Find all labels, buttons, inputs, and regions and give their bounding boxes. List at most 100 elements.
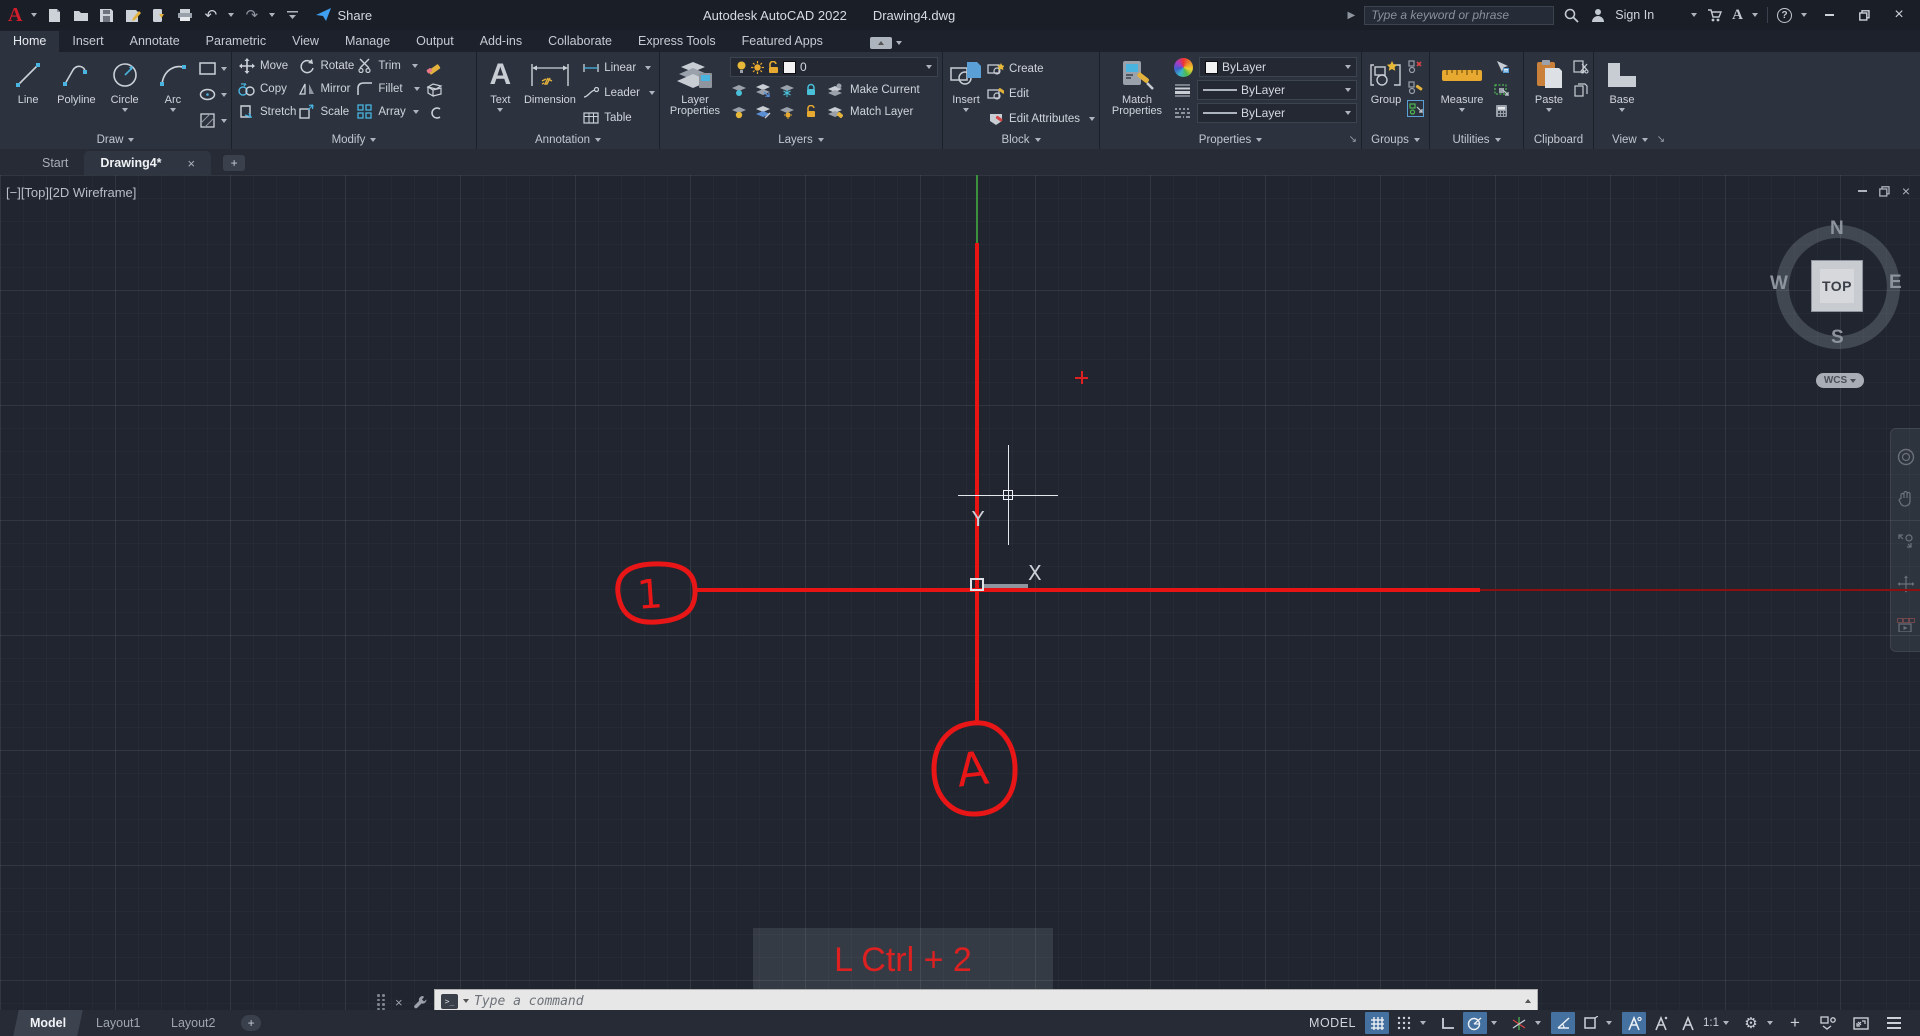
layer-unisolate-icon[interactable]: [754, 81, 771, 98]
red-horizontal-axis-line[interactable]: [694, 588, 1480, 592]
copy-button[interactable]: Copy: [238, 79, 296, 98]
group-selection-icon[interactable]: [1407, 100, 1424, 117]
search-icon[interactable]: [1563, 7, 1580, 24]
copy-clip-icon[interactable]: [1572, 81, 1589, 98]
customization-plus-button[interactable]: +: [1783, 1012, 1807, 1034]
lineweight-select[interactable]: ByLayer: [1197, 80, 1357, 100]
tab-express-tools[interactable]: Express Tools: [625, 31, 729, 52]
tab-insert[interactable]: Insert: [59, 31, 116, 52]
group-button[interactable]: Group: [1368, 56, 1404, 130]
model-space-label[interactable]: MODEL: [1309, 1016, 1356, 1030]
scale-button[interactable]: Scale: [298, 102, 354, 121]
layer-thaw-icon[interactable]: [778, 103, 795, 120]
layer-isolate-icon[interactable]: [730, 81, 747, 98]
array-button[interactable]: Array: [356, 102, 419, 121]
save-as-icon[interactable]: [124, 7, 141, 24]
insert-button[interactable]: Insert: [949, 56, 983, 130]
viewcube-south[interactable]: S: [1831, 327, 1844, 349]
autocad-logo-icon[interactable]: A: [8, 5, 22, 25]
polar-caret-icon[interactable]: [1491, 1021, 1497, 1025]
autodesk-app-icon[interactable]: A: [1732, 5, 1743, 25]
measure-button[interactable]: Measure: [1436, 56, 1488, 130]
lineweight-select-caret-icon[interactable]: [1345, 88, 1351, 92]
save-to-mobile-icon[interactable]: [150, 7, 167, 24]
trim-caret-icon[interactable]: [411, 63, 418, 68]
panel-modify-label[interactable]: Modify: [232, 130, 476, 149]
linear-caret-icon[interactable]: [645, 65, 652, 70]
command-bar-grip[interactable]: [377, 994, 385, 1010]
fillet-caret-icon[interactable]: [413, 86, 420, 91]
viewport-minimize-icon[interactable]: [1857, 190, 1867, 192]
make-current-button[interactable]: Make Current: [850, 84, 920, 96]
tab-parametric[interactable]: Parametric: [193, 31, 279, 52]
redo-icon[interactable]: ↷: [243, 7, 260, 24]
autodesk-caret-icon[interactable]: [1752, 13, 1758, 17]
sign-in-button[interactable]: Sign In: [1615, 8, 1654, 22]
navigation-bar[interactable]: [1890, 428, 1920, 652]
base-button[interactable]: Base: [1600, 56, 1644, 130]
undo-caret-icon[interactable]: [228, 13, 235, 17]
undo-icon[interactable]: ↶: [202, 7, 219, 24]
linetype-select-caret-icon[interactable]: [1345, 111, 1351, 115]
workspace-settings-gear-icon[interactable]: ⚙: [1739, 1012, 1763, 1034]
grid-bubble-a[interactable]: A: [922, 715, 1026, 825]
iso-caret-icon[interactable]: [1535, 1021, 1541, 1025]
viewcube-east[interactable]: E: [1889, 272, 1902, 294]
mirror-button[interactable]: Mirror: [298, 79, 354, 98]
layer-properties-button[interactable]: Layer Properties: [666, 56, 724, 130]
layout2-tab[interactable]: Layout2: [154, 1010, 232, 1036]
layout1-tab[interactable]: Layout1: [79, 1010, 157, 1036]
rectangle-button[interactable]: [199, 59, 227, 78]
nav-pan-icon[interactable]: [1897, 491, 1914, 507]
erase-button[interactable]: [426, 58, 443, 75]
panel-annotation-label[interactable]: Annotation: [477, 130, 659, 149]
viewport-controls-label[interactable]: [−][Top][2D Wireframe]: [6, 185, 136, 200]
gear-caret-icon[interactable]: [1767, 1021, 1773, 1025]
layer-select[interactable]: 0: [730, 57, 938, 77]
nav-zoom-icon[interactable]: [1897, 533, 1915, 549]
arc-button[interactable]: Arc: [151, 56, 195, 130]
clean-screen-button[interactable]: [1849, 1012, 1873, 1034]
annotation-visibility-toggle[interactable]: [1622, 1012, 1646, 1034]
leader-button[interactable]: Leader: [582, 83, 655, 102]
file-tab-start[interactable]: Start: [26, 151, 84, 175]
hatch-button[interactable]: [199, 111, 227, 130]
panel-draw-label[interactable]: Draw: [0, 130, 231, 149]
quick-calc-select-icon[interactable]: [1493, 80, 1510, 97]
model-tab[interactable]: Model: [13, 1010, 83, 1036]
table-button[interactable]: Table: [582, 108, 655, 127]
command-customize-wrench-icon[interactable]: [413, 995, 428, 1010]
new-layout-button[interactable]: +: [241, 1015, 262, 1031]
ellipse-button[interactable]: [199, 85, 227, 104]
snap-caret-icon[interactable]: [1420, 1021, 1426, 1025]
scale-caret-icon[interactable]: [1723, 1021, 1729, 1025]
file-tab-drawing4[interactable]: Drawing4* ×: [84, 151, 212, 175]
ribbon-collapse-caret-icon[interactable]: [895, 41, 902, 45]
drawing-canvas[interactable]: [−][Top][2D Wireframe] × N W E S TOP WCS: [0, 175, 1920, 1010]
rotate-button[interactable]: Rotate: [298, 56, 354, 75]
panel-groups-label[interactable]: Groups: [1362, 130, 1429, 149]
command-history-caret-icon[interactable]: [1525, 999, 1531, 1003]
text-caret-icon[interactable]: [497, 108, 504, 112]
fillet-button[interactable]: Fillet: [356, 79, 420, 98]
status-bar-menu-button[interactable]: [1882, 1012, 1906, 1034]
panel-layers-label[interactable]: Layers: [660, 130, 942, 149]
command-prompt-icon[interactable]: >_: [441, 993, 458, 1009]
linetype-icon[interactable]: [1174, 105, 1191, 122]
ortho-toggle[interactable]: [1436, 1012, 1460, 1034]
minimize-button[interactable]: [1816, 4, 1842, 26]
grid-bubble-1[interactable]: 1: [604, 553, 704, 633]
new-drawing-tab-button[interactable]: +: [223, 155, 246, 171]
command-line[interactable]: >_: [434, 989, 1538, 1010]
match-properties-button[interactable]: Match Properties: [1106, 56, 1168, 130]
command-bar-close-icon[interactable]: ×: [395, 995, 403, 1010]
object-snap-tracking-toggle[interactable]: [1551, 1012, 1575, 1034]
circle-caret-icon[interactable]: [121, 108, 128, 112]
panel-clipboard-label[interactable]: Clipboard: [1524, 130, 1593, 149]
open-folder-icon[interactable]: [72, 7, 89, 24]
panel-utilities-label[interactable]: Utilities: [1430, 130, 1523, 149]
panel-properties-label[interactable]: Properties: [1100, 130, 1361, 149]
cut-clip-icon[interactable]: [1572, 58, 1589, 75]
red-vertical-axis-line[interactable]: [975, 243, 979, 721]
array-caret-icon[interactable]: [412, 109, 419, 114]
